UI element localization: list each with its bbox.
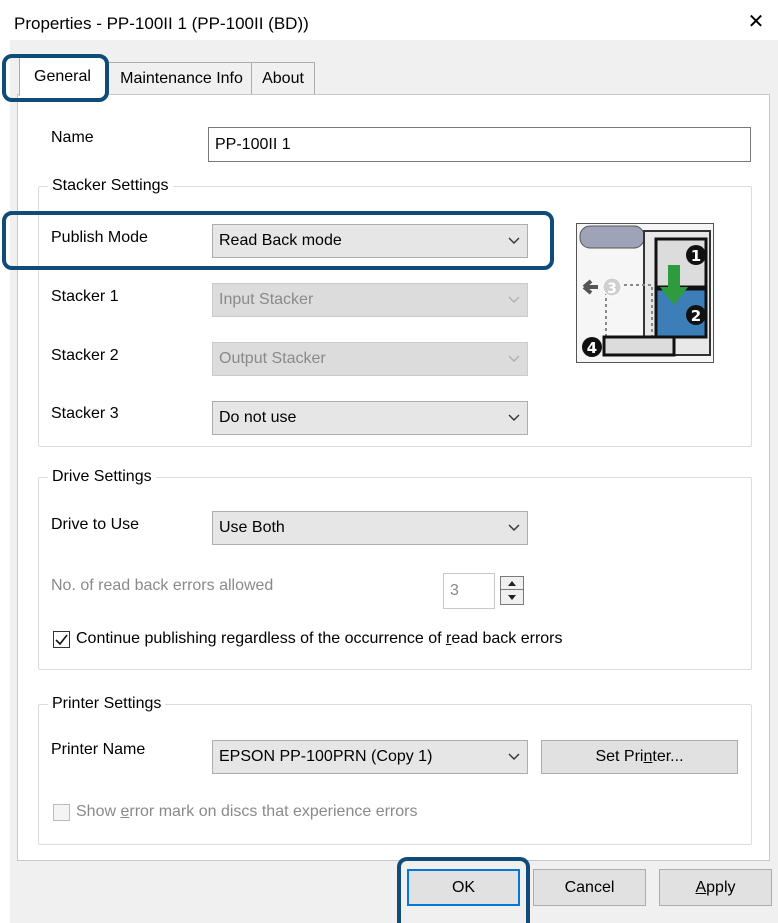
title-bar: Properties - PP-100II 1 (PP-100II (BD)) … xyxy=(0,0,778,40)
error-mark-checkbox-row: Show error mark on discs that experience… xyxy=(53,803,417,821)
diagram-number-4: 4 xyxy=(587,339,597,357)
error-mark-label: Show error mark on discs that experience… xyxy=(76,803,418,820)
checkmark-icon xyxy=(55,634,68,645)
arrow-down-icon xyxy=(508,594,516,600)
tab-maintenance-info[interactable]: Maintenance Info xyxy=(105,62,252,94)
spin-up-button[interactable] xyxy=(500,576,524,590)
chevron-down-icon xyxy=(501,414,527,422)
set-printer-button[interactable]: Set Printer... xyxy=(541,740,738,774)
tab-general[interactable]: General xyxy=(19,56,106,96)
publish-mode-value: Read Back mode xyxy=(219,232,342,249)
printer-name-label: Printer Name xyxy=(51,741,146,758)
stacker-diagram: 1 2 3 4 xyxy=(576,223,714,363)
continue-publishing-checkbox[interactable] xyxy=(53,630,70,648)
publish-mode-label: Publish Mode xyxy=(51,229,148,246)
drive-settings-title: Drive Settings xyxy=(48,468,156,486)
apply-label: Apply xyxy=(695,878,736,896)
printer-settings-group xyxy=(38,704,752,845)
stacker2-value: Output Stacker xyxy=(219,350,326,367)
stacker2-select: Output Stacker xyxy=(212,342,528,376)
stacker2-label: Stacker 2 xyxy=(51,347,119,364)
error-mark-checkbox xyxy=(53,803,70,821)
tab-about[interactable]: About xyxy=(251,62,315,94)
tab-general-label: General xyxy=(34,67,91,85)
stacker1-select: Input Stacker xyxy=(212,283,528,317)
continue-publishing-checkbox-row[interactable]: Continue publishing regardless of the oc… xyxy=(53,630,563,648)
diagram-number-1: 1 xyxy=(691,247,701,265)
ok-button[interactable]: OK xyxy=(407,869,520,906)
set-printer-label: Set Printer... xyxy=(595,748,684,765)
window-title: Properties - PP-100II 1 (PP-100II (BD)) xyxy=(14,14,309,33)
cancel-label: Cancel xyxy=(564,878,615,896)
read-back-errors-spinner[interactable] xyxy=(500,576,526,607)
name-label: Name xyxy=(51,129,94,146)
printer-name-select[interactable]: EPSON PP-100PRN (Copy 1) xyxy=(212,740,528,774)
stacker1-value: Input Stacker xyxy=(219,291,314,308)
tab-about-label: About xyxy=(262,69,304,87)
printer-settings-title: Printer Settings xyxy=(48,695,166,713)
chevron-down-icon xyxy=(501,296,527,304)
close-button[interactable]: ✕ xyxy=(738,4,774,38)
drive-to-use-value: Use Both xyxy=(219,519,285,536)
printer-name-value: EPSON PP-100PRN (Copy 1) xyxy=(219,748,433,765)
arrow-up-icon xyxy=(508,580,516,586)
apply-button[interactable]: Apply xyxy=(659,869,772,906)
cancel-button[interactable]: Cancel xyxy=(533,869,646,906)
close-icon: ✕ xyxy=(747,10,765,33)
chevron-down-icon xyxy=(501,524,527,532)
read-back-errors-label: No. of read back errors allowed xyxy=(51,577,274,594)
diagram-number-2: 2 xyxy=(691,307,701,325)
chevron-down-icon xyxy=(501,237,527,245)
chevron-down-icon xyxy=(501,753,527,761)
stacker3-select[interactable]: Do not use xyxy=(212,401,528,435)
spin-down-button[interactable] xyxy=(500,590,524,605)
publish-mode-select[interactable]: Read Back mode xyxy=(212,224,528,258)
read-back-errors-value: 3 xyxy=(450,582,459,599)
name-input[interactable]: PP-100II 1 xyxy=(208,127,751,162)
ok-label: OK xyxy=(451,878,476,896)
continue-publishing-label: Continue publishing regardless of the oc… xyxy=(76,630,563,647)
tab-maintenance-info-label: Maintenance Info xyxy=(120,69,243,87)
drive-to-use-label: Drive to Use xyxy=(51,516,140,533)
stacker-settings-title: Stacker Settings xyxy=(48,177,173,195)
stacker3-value: Do not use xyxy=(219,409,297,426)
name-value: PP-100II 1 xyxy=(215,135,291,153)
drive-to-use-select[interactable]: Use Both xyxy=(212,511,528,545)
stacker3-label: Stacker 3 xyxy=(51,405,119,422)
diagram-number-3: 3 xyxy=(607,281,617,297)
stacker1-label: Stacker 1 xyxy=(51,288,119,305)
read-back-errors-input: 3 xyxy=(443,573,495,609)
chevron-down-icon xyxy=(501,355,527,363)
